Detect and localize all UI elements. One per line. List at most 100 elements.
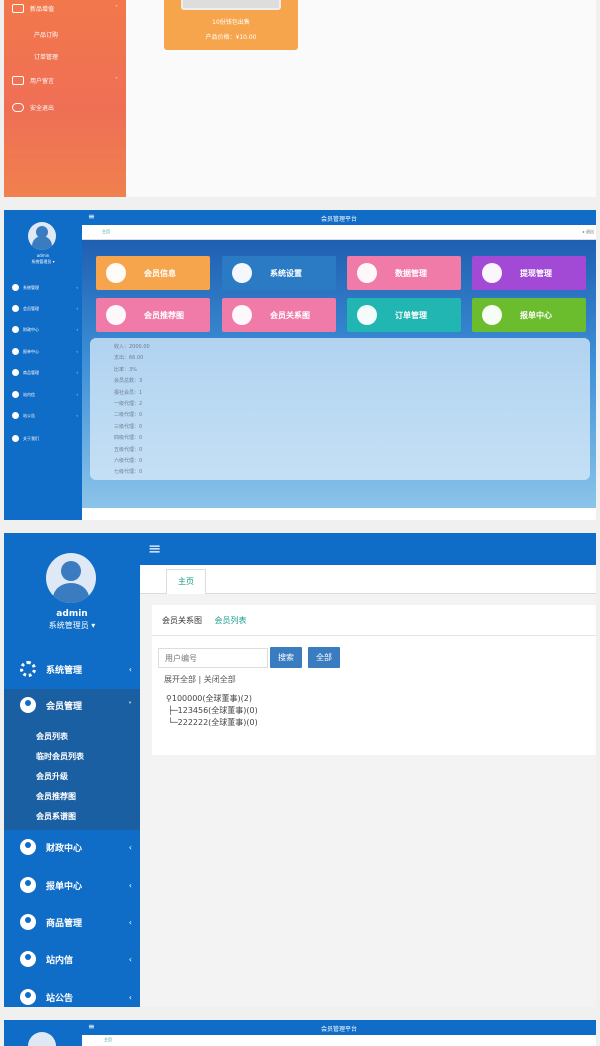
tree-node[interactable]: └─222222(全球董事)(0) bbox=[168, 717, 258, 728]
tile-report-center[interactable]: 报单中心 bbox=[472, 298, 586, 332]
user-icon bbox=[357, 305, 377, 325]
chevron-left-icon: ‹ bbox=[76, 349, 78, 354]
stat-line: 三级代理：0 bbox=[114, 423, 143, 430]
tile-label: 订单管理 bbox=[395, 310, 427, 320]
sidebar-item-member[interactable]: 会员管理 ‹ bbox=[12, 305, 78, 312]
tab-bar: 主页 ▸ 退出 bbox=[82, 225, 596, 240]
top-bar: ≡ 会员管理平台 bbox=[82, 210, 596, 225]
menu-toggle-icon[interactable]: ≡ bbox=[148, 539, 161, 558]
stat-line: 收入：2000.00 bbox=[114, 344, 150, 350]
product-card[interactable]: 10份钱包出售 产品价格：¥10.00 bbox=[164, 0, 298, 50]
user-icon bbox=[12, 305, 19, 312]
tab-home[interactable]: 主页 bbox=[166, 569, 206, 594]
chevron-left-icon: ‹ bbox=[128, 880, 132, 890]
user-icon bbox=[20, 877, 36, 893]
show-all-button[interactable]: 全部 bbox=[308, 647, 340, 668]
tile-label: 数据管理 bbox=[395, 268, 427, 278]
tab-home[interactable]: 主页 bbox=[102, 229, 110, 235]
sidebar-subitem-member-upgrade[interactable]: 会员升级 bbox=[36, 771, 68, 782]
user-name: admin bbox=[56, 609, 88, 619]
avatar bbox=[28, 1032, 56, 1046]
sidebar-item-label: 新品增值 bbox=[30, 6, 55, 13]
stat-line: 二级代理：0 bbox=[114, 412, 143, 419]
user-icon bbox=[12, 348, 19, 355]
search-button[interactable]: 搜索 bbox=[270, 647, 302, 668]
sidebar-item-system[interactable]: 系统管理 ‹ bbox=[12, 284, 78, 291]
sidebar-item-label: 财政中心 bbox=[23, 326, 39, 332]
sidebar-subitem-referral-chart[interactable]: 会员推荐图 bbox=[36, 791, 76, 802]
sidebar-item-orders[interactable]: 报单中心 ‹ bbox=[12, 348, 78, 355]
sidebar-item-label: 关于我们 bbox=[23, 435, 39, 441]
tree-node-label: ├─123456(全球董事)(0) bbox=[168, 706, 258, 715]
sidebar-item-label: 财政中心 bbox=[46, 843, 83, 854]
sidebar-subitem-order-manage[interactable]: 订单管理 bbox=[34, 52, 140, 61]
tile-data-manage[interactable]: 数据管理 bbox=[347, 256, 461, 290]
sidebar-item-finance[interactable]: 财政中心 ‹ bbox=[12, 326, 78, 333]
tab-member-list[interactable]: 会员列表 bbox=[215, 616, 247, 625]
user-role-dropdown[interactable]: 系统管理员 ▾ bbox=[4, 620, 140, 631]
user-icon bbox=[20, 839, 36, 855]
sidebar-item-messages[interactable]: 用户留言 ˅ bbox=[12, 76, 118, 85]
chevron-down-icon: ˅ bbox=[115, 77, 118, 84]
avatar bbox=[46, 553, 96, 603]
sidebar-subitem-genealogy[interactable]: 会员系谱图 bbox=[36, 811, 76, 822]
user-icon bbox=[20, 951, 36, 967]
search-input[interactable] bbox=[158, 648, 268, 668]
sidebar-subitem-member-list[interactable]: 会员列表 bbox=[36, 731, 68, 742]
sidebar bbox=[4, 1020, 82, 1046]
tile-referral-chart[interactable]: 会员推荐图 bbox=[96, 298, 210, 332]
document-icon bbox=[482, 305, 502, 325]
expand-collapse-links[interactable]: 展开全部 | 关闭全部 bbox=[164, 674, 236, 685]
chevron-left-icon: ‹ bbox=[76, 370, 78, 375]
chevron-left-icon: ‹ bbox=[76, 413, 78, 418]
tree-node[interactable]: ⚲100000(全球董事)(2) bbox=[166, 693, 252, 704]
sidebar-item-finance[interactable]: 财政中心 ‹ bbox=[20, 837, 132, 857]
logout-link[interactable]: ▸ 退出 bbox=[583, 229, 594, 235]
sidebar-item-logout[interactable]: 安全退出 bbox=[12, 103, 118, 112]
tab-home[interactable]: 主页 bbox=[104, 1037, 112, 1043]
sidebar-item-label: 会员管理 bbox=[23, 305, 39, 311]
sidebar-item-new[interactable]: 新品增值 ˅ bbox=[12, 4, 118, 13]
tile-member-info[interactable]: 会员信息 bbox=[96, 256, 210, 290]
sidebar-item-goods[interactable]: 商品管理 ‹ bbox=[12, 369, 78, 376]
tile-label: 报单中心 bbox=[520, 310, 552, 320]
tile-label: 提现管理 bbox=[520, 268, 552, 278]
sidebar-item-inbox[interactable]: 站内信 ‹ bbox=[20, 949, 132, 969]
sidebar-item-label: 商品管理 bbox=[46, 918, 83, 929]
sidebar-item-inbox[interactable]: 站内信 ‹ bbox=[12, 391, 78, 398]
sidebar-item-notice[interactable]: 站公告 ‹ bbox=[20, 987, 132, 1007]
tile-withdraw[interactable]: 提现管理 bbox=[472, 256, 586, 290]
tile-label: 会员信息 bbox=[144, 268, 176, 278]
user-role-dropdown[interactable]: 系统管理员 ▾ bbox=[4, 259, 82, 265]
tree-node-label: 100000(全球董事)(2) bbox=[171, 694, 252, 703]
sidebar-member-group: 会员管理 ˅ 会员列表 临时会员列表 会员升级 会员推荐图 会员系谱图 bbox=[4, 689, 140, 830]
sidebar-item-system[interactable]: 系统管理 ‹ bbox=[20, 659, 132, 679]
sidebar-item-notice[interactable]: 站公告 ‹ bbox=[12, 412, 78, 419]
user-icon bbox=[482, 263, 502, 283]
card-tabs: 会员关系图 会员列表 bbox=[162, 615, 257, 626]
chevron-left-icon: ‹ bbox=[76, 327, 78, 332]
sidebar-item-orders[interactable]: 报单中心 ‹ bbox=[20, 875, 132, 895]
tile-order-manage[interactable]: 订单管理 bbox=[347, 298, 461, 332]
tile-relation-chart[interactable]: 会员关系图 bbox=[222, 298, 336, 332]
sidebar: 新品增值 ˅ 产品订购 订单管理 用户留言 ˅ 安全退出 bbox=[4, 0, 126, 197]
stat-line: 报社会员：1 bbox=[114, 389, 143, 396]
tile-system-settings[interactable]: 系统设置 bbox=[222, 256, 336, 290]
toggle-icon bbox=[12, 103, 24, 112]
user-icon bbox=[20, 989, 36, 1005]
sidebar-item-member[interactable]: 会员管理 ˅ bbox=[20, 695, 132, 715]
avatar bbox=[28, 222, 56, 250]
sidebar-subitem-temp-member-list[interactable]: 临时会员列表 bbox=[36, 751, 84, 762]
sidebar-item-label: 安全退出 bbox=[30, 105, 55, 112]
sidebar-item-goods[interactable]: 商品管理 ‹ bbox=[20, 912, 132, 932]
sidebar-item-about[interactable]: 关于我们 bbox=[12, 435, 78, 442]
tree-node-label: └─222222(全球董事)(0) bbox=[168, 718, 258, 727]
mail-icon bbox=[12, 76, 24, 85]
screenshot-panel-4: ≡ 会员管理平台 主页 bbox=[4, 1020, 596, 1046]
chevron-left-icon: ‹ bbox=[76, 306, 78, 311]
sidebar-subitem-product-order[interactable]: 产品订购 bbox=[34, 30, 140, 39]
sidebar-item-label: 会员管理 bbox=[46, 701, 83, 712]
tree-node[interactable]: ├─123456(全球董事)(0) bbox=[168, 705, 258, 716]
user-icon bbox=[20, 697, 36, 713]
tab-relation-chart[interactable]: 会员关系图 bbox=[162, 616, 202, 625]
